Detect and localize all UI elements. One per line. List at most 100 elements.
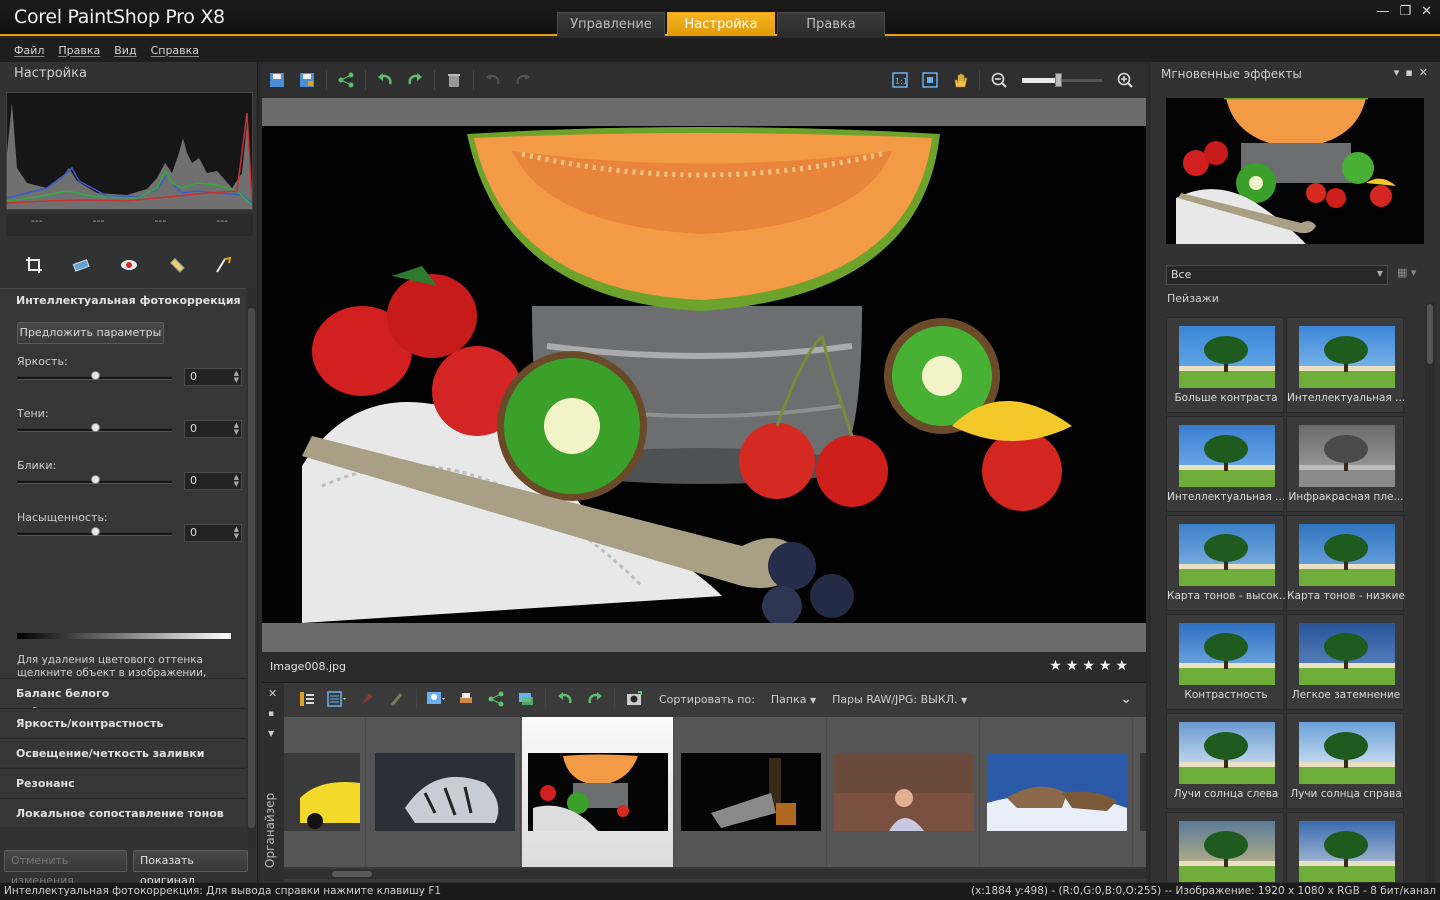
crop-icon[interactable] <box>23 254 45 276</box>
section-local-tone-mapping[interactable]: Локальное сопоставление тонов <box>0 798 246 827</box>
spinner-icon[interactable]: ▲ ▼ <box>234 370 239 384</box>
expand-chevron-icon[interactable]: ⌄ <box>1120 691 1132 707</box>
panel-controls[interactable]: ▾▪✕ <box>1394 66 1434 79</box>
star-icon[interactable]: ★ <box>1082 658 1095 674</box>
slideshow-icon[interactable] <box>511 686 541 712</box>
value-field[interactable]: 0 ▲ ▼ <box>184 420 242 438</box>
preset-item[interactable]: Интеллектуальная ... <box>1166 416 1285 512</box>
undo-changes-button[interactable]: Отменить изменения <box>4 850 127 887</box>
rotate-right-icon[interactable] <box>508 67 538 93</box>
thumbnail[interactable] <box>369 717 521 867</box>
zoom-slider[interactable] <box>1022 70 1102 90</box>
color-tag-icon[interactable] <box>352 686 382 712</box>
brush-icon[interactable] <box>382 686 412 712</box>
rotate-right-icon[interactable] <box>580 686 610 712</box>
preset-item[interactable]: Легкое затемнение <box>1286 614 1404 710</box>
section-vibrancy[interactable]: Резонанс <box>0 768 246 797</box>
preset-item[interactable]: Карта тонов - высок... <box>1166 515 1285 611</box>
pin-icon[interactable]: ▪ <box>1405 66 1418 79</box>
close-icon[interactable]: ✕ <box>1421 4 1432 19</box>
black-white-point-bar[interactable] <box>17 633 231 639</box>
spinner-icon[interactable]: ▲ ▼ <box>234 526 239 540</box>
menu-arrow-icon[interactable]: ▼ <box>268 729 274 738</box>
slider-thumb[interactable] <box>90 423 100 432</box>
minimize-icon[interactable]: — <box>1376 4 1389 19</box>
preset-item[interactable]: Лучи солнца справа <box>1286 713 1404 809</box>
scrollbar-thumb[interactable] <box>248 308 255 828</box>
strip-scrollbar[interactable] <box>284 869 1146 879</box>
navigation-icon[interactable] <box>292 686 322 712</box>
tab-adjust[interactable]: Настройка <box>667 12 775 36</box>
thumbnail[interactable] <box>1134 717 1146 867</box>
value-field[interactable]: 0 ▲ ▼ <box>184 472 242 490</box>
rotate-left-icon[interactable] <box>478 67 508 93</box>
preset-item[interactable]: Контрастность <box>1166 614 1284 710</box>
star-icon[interactable]: ★ <box>1066 658 1079 674</box>
close-icon[interactable]: ✕ <box>268 687 277 700</box>
info-icon[interactable] <box>421 686 451 712</box>
panel-scrollbar[interactable] <box>247 288 256 848</box>
menu-edit[interactable]: Правка <box>58 44 100 57</box>
suggest-settings-button[interactable]: Предложить параметры <box>17 322 164 344</box>
raw-pairs-dropdown[interactable]: Пары RAW/JPG: ВЫКЛ. ▼ <box>832 693 967 706</box>
category-dropdown[interactable]: Все ▼ <box>1166 265 1388 285</box>
star-icon[interactable]: ★ <box>1099 658 1112 674</box>
fit-to-window-icon[interactable] <box>915 67 945 93</box>
zoom-knob[interactable] <box>1055 73 1062 87</box>
menu-file[interactable]: Файл <box>14 44 44 57</box>
image-canvas[interactable] <box>262 98 1146 652</box>
spinner-icon[interactable]: ▲ ▼ <box>234 474 239 488</box>
redo-icon[interactable] <box>400 67 430 93</box>
chevron-down-icon[interactable]: ▾ <box>1394 66 1406 79</box>
thumbnail[interactable] <box>675 717 827 867</box>
value-field[interactable]: 0 ▲ ▼ <box>184 368 242 386</box>
photo-image[interactable] <box>262 126 1146 623</box>
view-options-icon[interactable]: ▦ ▾ <box>1397 266 1423 284</box>
share-icon[interactable] <box>331 67 361 93</box>
preset-item[interactable]: Интеллектуальная ... <box>1286 317 1405 413</box>
thumbnail[interactable] <box>981 717 1133 867</box>
tab-manage[interactable]: Управление <box>557 12 665 36</box>
tab-edit[interactable]: Правка <box>777 12 885 36</box>
zoom-in-icon[interactable] <box>1110 67 1140 93</box>
share-icon[interactable] <box>481 686 511 712</box>
sort-dropdown[interactable]: Папка ▼ <box>771 693 816 706</box>
restore-icon[interactable]: ❐ <box>1399 4 1411 19</box>
save-icon[interactable] <box>262 67 292 93</box>
zoom-out-icon[interactable] <box>984 67 1014 93</box>
section-brightness-contrast[interactable]: Яркость/контрастность <box>0 708 246 737</box>
scrollbar-thumb[interactable] <box>332 871 372 877</box>
slider-thumb[interactable] <box>90 371 100 380</box>
preset-item[interactable]: Инфракрасная пле... <box>1286 416 1404 512</box>
thumbnail[interactable] <box>284 717 366 867</box>
star-icon[interactable]: ★ <box>1115 658 1128 674</box>
section-fill-light-clarity[interactable]: Освещение/четкость заливки <box>0 738 246 767</box>
preset-item[interactable]: Лучи солнца слева <box>1166 713 1284 809</box>
delete-icon[interactable] <box>439 67 469 93</box>
depth-of-field-icon[interactable] <box>213 254 235 276</box>
retouch-icon[interactable] <box>166 254 188 276</box>
preset-scrollbar[interactable] <box>1425 302 1435 882</box>
slider-thumb[interactable] <box>90 475 100 484</box>
straighten-icon[interactable] <box>70 254 92 276</box>
value-field[interactable]: 0 ▲ ▼ <box>184 524 242 542</box>
capture-icon[interactable] <box>619 686 649 712</box>
print-icon[interactable] <box>451 686 481 712</box>
show-original-button[interactable]: Показать оригинал <box>133 850 248 887</box>
slider-thumb[interactable] <box>90 527 100 536</box>
preset-item[interactable] <box>1286 812 1404 882</box>
red-eye-icon[interactable] <box>118 254 140 276</box>
view-mode-icon[interactable] <box>322 686 352 712</box>
pin-icon[interactable]: ▪ <box>268 709 274 719</box>
section-white-balance[interactable]: Баланс белого <box>0 678 246 707</box>
preset-item[interactable] <box>1166 812 1284 882</box>
preset-item[interactable]: Карта тонов - низкие <box>1286 515 1405 611</box>
spinner-icon[interactable]: ▲ ▼ <box>234 422 239 436</box>
thumbnail-strip[interactable] <box>284 717 1146 867</box>
close-icon[interactable]: ✕ <box>1419 66 1434 79</box>
undo-icon[interactable] <box>370 67 400 93</box>
menu-help[interactable]: Справка <box>151 44 199 57</box>
thumbnail[interactable] <box>828 717 980 867</box>
save-as-icon[interactable] <box>292 67 322 93</box>
preset-item[interactable]: Больше контраста <box>1166 317 1284 413</box>
